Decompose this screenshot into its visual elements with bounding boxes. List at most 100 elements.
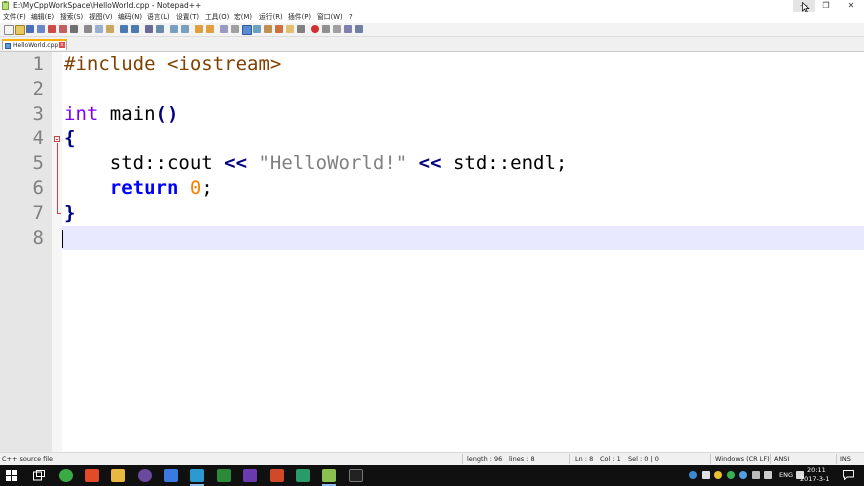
menu-edit[interactable]: 编辑(E): [31, 12, 54, 23]
volume-icon[interactable]: [752, 471, 760, 479]
zoom-in-icon[interactable]: [170, 25, 178, 33]
stop-recording-icon[interactable]: [322, 25, 330, 33]
menu-macro[interactable]: 宏(M): [234, 12, 252, 23]
redo-icon[interactable]: [131, 25, 139, 33]
code-line-3: int main(): [64, 102, 178, 126]
open-file-icon[interactable]: [15, 25, 25, 35]
status-separator: [770, 454, 771, 464]
line-number: 7: [32, 202, 44, 224]
powerpoint-icon[interactable]: [270, 469, 284, 482]
menu-settings[interactable]: 设置(T): [176, 12, 199, 23]
menu-run[interactable]: 运行(R): [259, 12, 283, 23]
zoom-out-icon[interactable]: [181, 25, 189, 33]
function-name: main: [98, 103, 156, 125]
store-icon[interactable]: [190, 469, 204, 482]
type-keyword: int: [64, 103, 99, 125]
status-insert-mode: INS: [840, 455, 851, 463]
menu-view[interactable]: 视图(V): [89, 12, 113, 23]
qq-icon[interactable]: [164, 469, 178, 482]
indent-guide-icon[interactable]: [242, 25, 252, 35]
close-all-icon[interactable]: [59, 25, 67, 33]
status-encoding: ANSI: [774, 455, 790, 463]
monitoring-icon[interactable]: [297, 25, 305, 33]
word-wrap-icon[interactable]: [220, 25, 228, 33]
stream-operator: <<: [418, 152, 442, 174]
maximize-button[interactable]: ❐: [815, 0, 837, 12]
line-number: 1: [32, 53, 44, 75]
code-line-4: {: [64, 127, 76, 149]
undo-icon[interactable]: [120, 25, 128, 33]
window-title: E:\MyCppWorkSpace\HelloWorld.cpp - Notep…: [13, 1, 202, 10]
close-button[interactable]: ✕: [840, 0, 862, 12]
fold-collapse-icon[interactable]: [54, 136, 60, 142]
new-file-icon[interactable]: [4, 25, 14, 35]
sync-vertical-icon[interactable]: [195, 25, 203, 33]
sync-horizontal-icon[interactable]: [206, 25, 214, 33]
fold-margin[interactable]: [52, 52, 62, 452]
number-literal: 0: [178, 177, 202, 199]
file-explorer-icon[interactable]: [111, 469, 125, 482]
media-player-icon[interactable]: [138, 469, 152, 482]
app-grid-icon[interactable]: [85, 469, 99, 482]
save-macro-icon[interactable]: [355, 25, 363, 33]
copy-icon[interactable]: [95, 25, 103, 33]
notepad-plus-plus-taskbar-icon[interactable]: [322, 469, 336, 482]
playback-icon[interactable]: [333, 25, 341, 33]
code-line-1: #include <iostream>: [64, 52, 281, 76]
find-icon[interactable]: [145, 25, 153, 33]
code-line-5: std::cout << "HelloWorld!" << std::endl;: [64, 151, 568, 175]
document-map-icon[interactable]: [264, 25, 272, 33]
tray-cloud-icon[interactable]: [739, 471, 747, 479]
menu-window[interactable]: 窗口(W): [317, 12, 343, 23]
browser-360-icon[interactable]: [59, 469, 73, 482]
save-icon[interactable]: [26, 25, 34, 33]
windows-start-icon[interactable]: [6, 470, 17, 481]
code-editor[interactable]: 1 2 3 4 5 6 7 8 #include <iostream> int …: [0, 52, 864, 452]
tab-helloworld-cpp[interactable]: HelloWorld.cpp x: [2, 39, 67, 50]
identifier: std::cout: [109, 152, 225, 174]
tray-security-icon[interactable]: [714, 471, 722, 479]
menu-help[interactable]: ?: [349, 12, 353, 23]
print-icon[interactable]: [70, 25, 78, 33]
save-all-icon[interactable]: [37, 25, 45, 33]
tray-app-icon[interactable]: [727, 471, 735, 479]
status-separator: [836, 454, 837, 464]
paste-icon[interactable]: [106, 25, 114, 33]
user-language-icon[interactable]: [253, 25, 261, 33]
menu-plugins[interactable]: 插件(P): [288, 12, 311, 23]
clock-date[interactable]: 2017-3-1: [800, 475, 830, 484]
tab-close-icon[interactable]: x: [59, 42, 65, 48]
menu-search[interactable]: 搜索(S): [60, 12, 83, 23]
network-icon[interactable]: [764, 471, 772, 479]
show-all-characters-icon[interactable]: [231, 25, 239, 33]
preprocessor-directive: #include <iostream>: [64, 53, 282, 75]
menu-language[interactable]: 语言(L): [147, 12, 170, 23]
menu-file[interactable]: 文件(F): [3, 12, 26, 23]
clock-time[interactable]: 20:11: [807, 466, 826, 475]
cut-icon[interactable]: [84, 25, 92, 33]
task-view-icon[interactable]: [33, 470, 45, 481]
menu-tools[interactable]: 工具(O): [205, 12, 229, 23]
tray-network-app-icon[interactable]: [689, 471, 697, 479]
line-number: 2: [32, 78, 44, 100]
status-bar: C++ source file length : 96 lines : 8 Ln…: [0, 452, 864, 465]
record-macro-icon[interactable]: [311, 25, 319, 33]
input-language-indicator[interactable]: ENG: [779, 470, 793, 480]
status-lines: lines : 8: [509, 455, 535, 463]
folder-workspace-icon[interactable]: [286, 25, 294, 33]
visual-studio-icon[interactable]: [243, 469, 257, 482]
string-literal: "HelloWorld!": [247, 152, 419, 174]
close-file-icon[interactable]: [48, 25, 56, 33]
function-list-icon[interactable]: [275, 25, 283, 33]
status-separator: [462, 454, 463, 464]
replace-icon[interactable]: [156, 25, 164, 33]
run-macro-multiple-icon[interactable]: [344, 25, 352, 33]
menu-encoding[interactable]: 编码(N): [118, 12, 142, 23]
fold-range-line: [57, 143, 58, 214]
camtasia-icon[interactable]: [296, 469, 310, 482]
console-icon[interactable]: [349, 469, 363, 482]
codeblocks-icon[interactable]: [217, 469, 231, 482]
notification-center-icon[interactable]: [843, 470, 854, 480]
tray-device-icon[interactable]: [702, 471, 710, 479]
